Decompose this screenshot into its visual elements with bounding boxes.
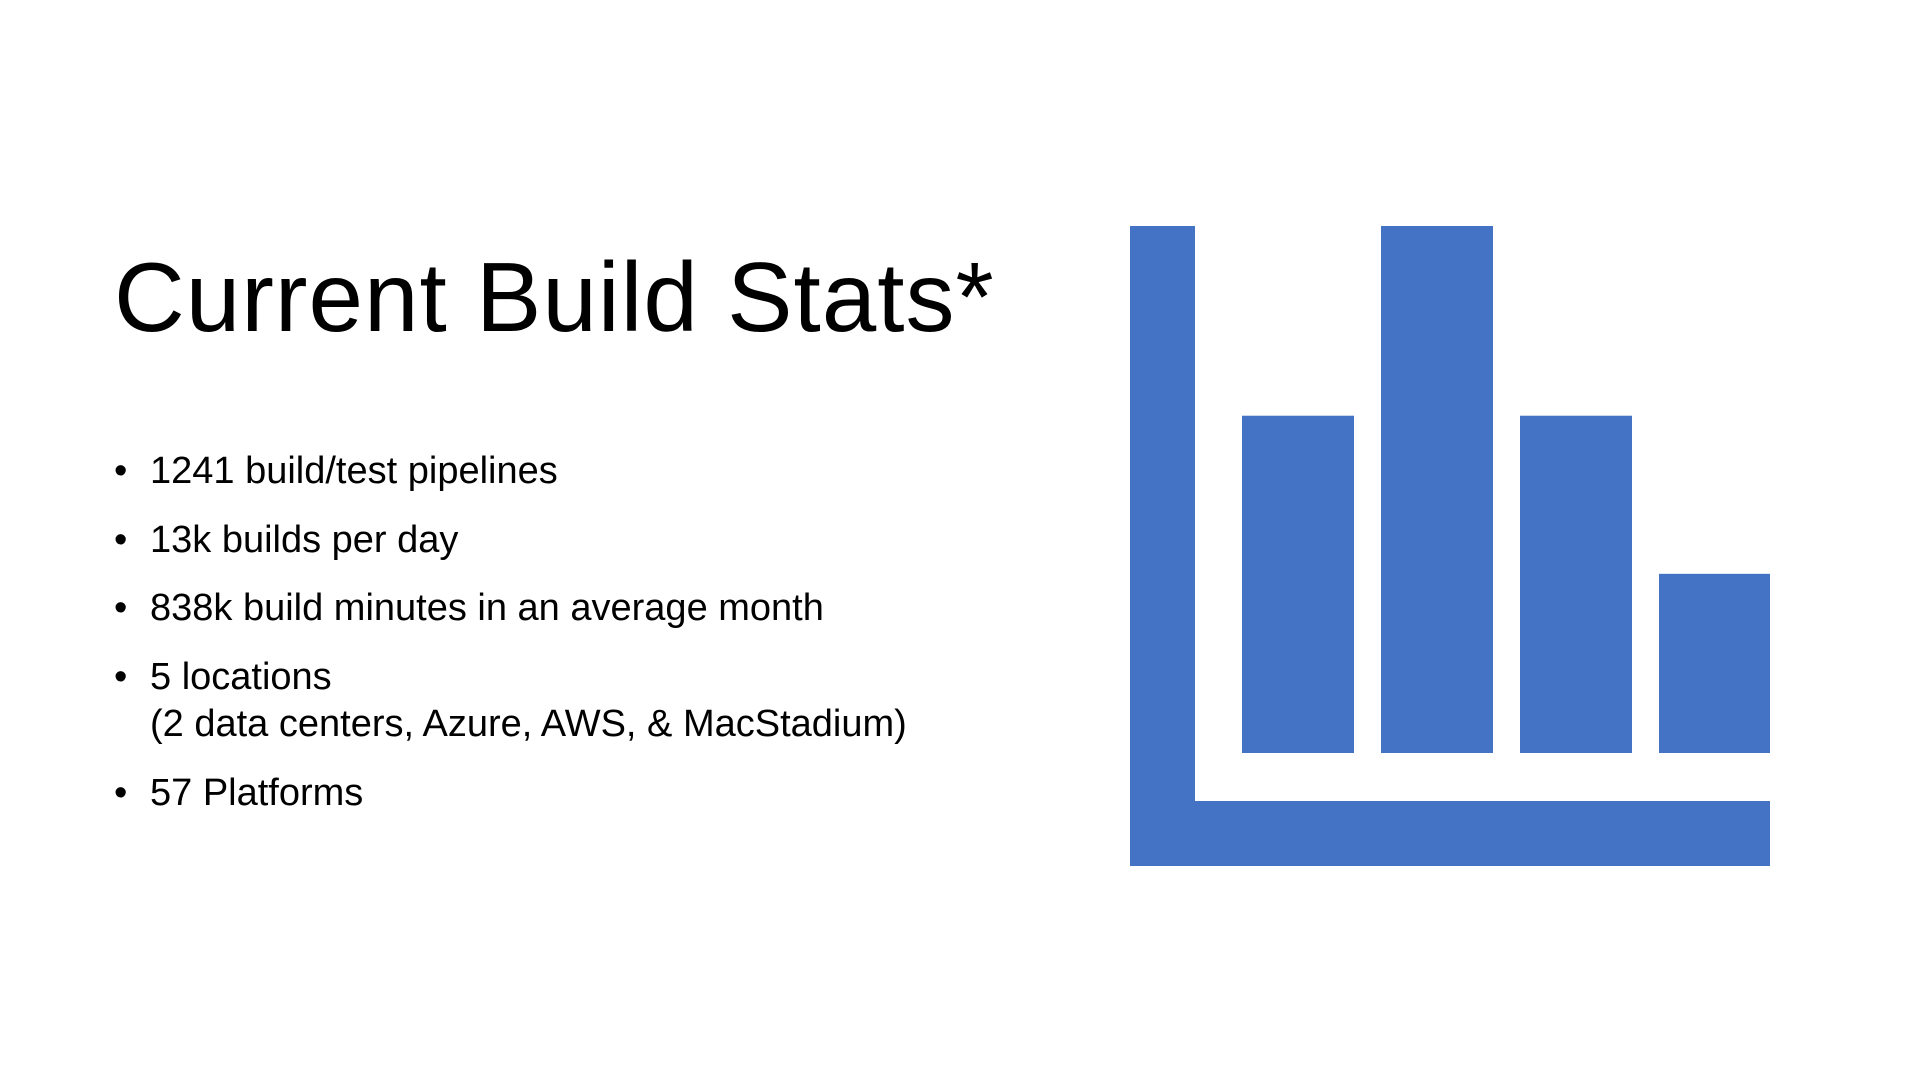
bullet-dot-icon: • xyxy=(114,771,128,814)
bullet-dot-icon: • xyxy=(114,518,128,561)
bullet-item: • 1241 build/test pipelines xyxy=(114,448,907,496)
icon-bar-4 xyxy=(1659,573,1770,753)
bullet-text: 1241 build/test pipelines xyxy=(150,450,558,492)
bullet-text: 13k builds per day xyxy=(150,518,459,561)
bullet-dot-icon: • xyxy=(114,655,128,698)
icon-bar-3 xyxy=(1520,415,1632,753)
icon-bar-2 xyxy=(1381,226,1493,753)
axis-horizontal-shape xyxy=(1130,801,1770,866)
icon-bar-1 xyxy=(1242,415,1354,753)
bar-chart-icon-svg xyxy=(1130,226,1770,866)
bullet-item: • 838k build minutes in an average month xyxy=(114,585,907,633)
bullet-dot-icon: • xyxy=(114,450,128,492)
slide: Current Build Stats* • 1241 build/test p… xyxy=(0,0,1920,1080)
bullet-item: • 13k builds per day xyxy=(114,517,907,565)
bullet-text: 838k build minutes in an average month xyxy=(150,587,824,629)
bullet-item: • 57 Platforms xyxy=(114,770,907,818)
bullet-text: 57 Platforms xyxy=(150,771,364,814)
bullet-dot-icon: • xyxy=(114,587,128,629)
bullet-subtext: (2 data centers, Azure, AWS, & MacStadiu… xyxy=(150,703,907,745)
axis-vertical-shape xyxy=(1130,226,1195,866)
bullet-list: • 1241 build/test pipelines • 13k builds… xyxy=(114,448,907,838)
bullet-text: 5 locations xyxy=(150,655,332,698)
bullet-item: • 5 locations (2 data centers, Azure, AW… xyxy=(114,654,907,749)
bar-chart-icon xyxy=(1130,226,1770,866)
slide-title: Current Build Stats* xyxy=(114,242,995,352)
bars-group xyxy=(1242,226,1770,753)
